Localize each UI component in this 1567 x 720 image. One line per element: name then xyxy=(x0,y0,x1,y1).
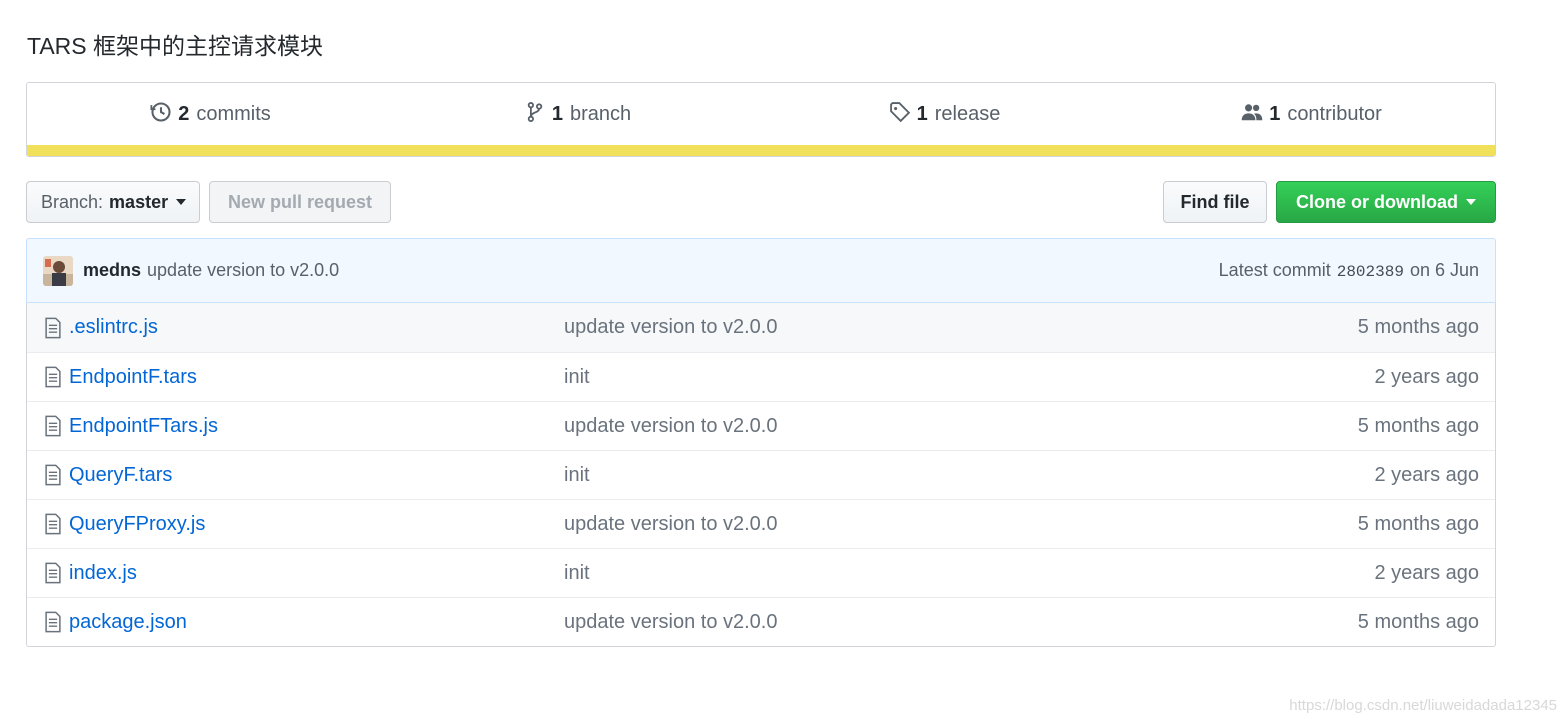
file-icon xyxy=(43,415,63,437)
repo-description: TARS 框架中的主控请求模块 xyxy=(27,33,324,59)
latest-commit-bar: medns update version to v2.0.0 Latest co… xyxy=(26,238,1496,303)
file-icon xyxy=(43,562,63,584)
clone-label: Clone or download xyxy=(1296,191,1458,212)
latest-commit-prefix: Latest commit xyxy=(1218,260,1331,280)
find-file-button[interactable]: Find file xyxy=(1163,181,1267,223)
git-branch-icon xyxy=(524,101,546,129)
commit-date: on 6 Jun xyxy=(1409,260,1479,280)
releases-label: release xyxy=(934,103,1001,125)
table-row: EndpointF.tars init 2 years ago xyxy=(27,352,1495,401)
table-row: package.json update version to v2.0.0 5 mo… xyxy=(27,597,1495,646)
releases-link[interactable]: 1 release xyxy=(761,101,1128,129)
table-row: QueryF.tars init 2 years ago xyxy=(27,450,1495,499)
file-age: 5 months ago xyxy=(1357,512,1479,535)
commits-count: 2 xyxy=(178,103,190,125)
file-age: 5 months ago xyxy=(1357,414,1479,437)
new-pull-request-button[interactable]: New pull request xyxy=(209,181,391,223)
contributors-count: 1 xyxy=(1269,103,1281,125)
file-icon xyxy=(43,317,63,339)
branches-label: branch xyxy=(569,103,632,125)
file-age: 5 months ago xyxy=(1357,610,1479,633)
file-icon xyxy=(43,366,63,388)
file-name-link[interactable]: .eslintrc.js xyxy=(69,316,564,339)
file-name-link[interactable]: QueryFProxy.js xyxy=(69,513,564,536)
caret-down-icon xyxy=(176,199,187,205)
table-row: .eslintrc.js update version to v2.0.0 5 mo… xyxy=(27,303,1495,352)
commit-sha[interactable]: 2802389 xyxy=(1337,263,1404,281)
file-age: 2 years ago xyxy=(1374,365,1479,388)
branches-link[interactable]: 1 branch xyxy=(394,101,761,129)
file-name-link[interactable]: index.js xyxy=(69,562,564,585)
history-icon xyxy=(150,101,172,129)
contributors-link[interactable]: 1 contributor xyxy=(1128,101,1495,129)
language-bar[interactable] xyxy=(27,145,1495,156)
releases-count: 1 xyxy=(916,103,928,125)
repo-summary: 2 commits 1 branch 1 release 1 contribut… xyxy=(26,82,1496,157)
commit-author[interactable]: medns xyxy=(83,260,141,281)
file-name-link[interactable]: QueryF.tars xyxy=(69,464,564,487)
watermark: https://blog.csdn.net/liuweidadada12345 xyxy=(1289,697,1557,714)
contributors-label: contributor xyxy=(1287,103,1382,125)
file-icon xyxy=(43,513,63,535)
caret-down-icon xyxy=(1466,199,1476,205)
file-commit-message[interactable]: update version to v2.0.0 xyxy=(564,415,1358,438)
file-icon xyxy=(43,611,63,633)
table-row: index.js init 2 years ago xyxy=(27,548,1495,597)
file-age: 5 months ago xyxy=(1357,316,1479,338)
branch-select-value: master xyxy=(109,191,169,212)
file-age: 2 years ago xyxy=(1374,561,1479,584)
commit-message[interactable]: update version to v2.0.0 xyxy=(147,260,339,281)
branch-select-button[interactable]: Branch: master xyxy=(26,181,200,223)
commits-label: commits xyxy=(196,103,271,125)
tag-icon xyxy=(889,101,911,129)
file-list: .eslintrc.js update version to v2.0.0 5 mo… xyxy=(26,303,1496,647)
file-commit-message[interactable]: update version to v2.0.0 xyxy=(564,611,1358,634)
table-row: QueryFProxy.js update version to v2.0.0 5 … xyxy=(27,499,1495,548)
branches-count: 1 xyxy=(551,103,563,125)
file-commit-message[interactable]: init xyxy=(564,366,1374,389)
file-commit-message[interactable]: update version to v2.0.0 xyxy=(564,316,1358,339)
table-row: EndpointFTars.js update version to v2.0.0… xyxy=(27,401,1495,450)
people-icon xyxy=(1241,101,1263,129)
file-commit-message[interactable]: update version to v2.0.0 xyxy=(564,513,1358,536)
file-name-link[interactable]: package.json xyxy=(69,611,564,634)
commit-meta: Latest commit 2802389 on 6 Jun xyxy=(1219,260,1479,281)
file-name-link[interactable]: EndpointF.tars xyxy=(69,366,564,389)
commits-link[interactable]: 2 commits xyxy=(27,101,394,129)
file-commit-message[interactable]: init xyxy=(564,562,1374,585)
clone-or-download-button[interactable]: Clone or download xyxy=(1276,181,1496,223)
branch-select-label: Branch: xyxy=(41,191,104,212)
file-name-link[interactable]: EndpointFTars.js xyxy=(69,415,564,438)
file-icon xyxy=(43,464,63,486)
file-age: 2 years ago xyxy=(1374,463,1479,486)
avatar[interactable] xyxy=(43,255,73,286)
file-commit-message[interactable]: init xyxy=(564,464,1374,487)
